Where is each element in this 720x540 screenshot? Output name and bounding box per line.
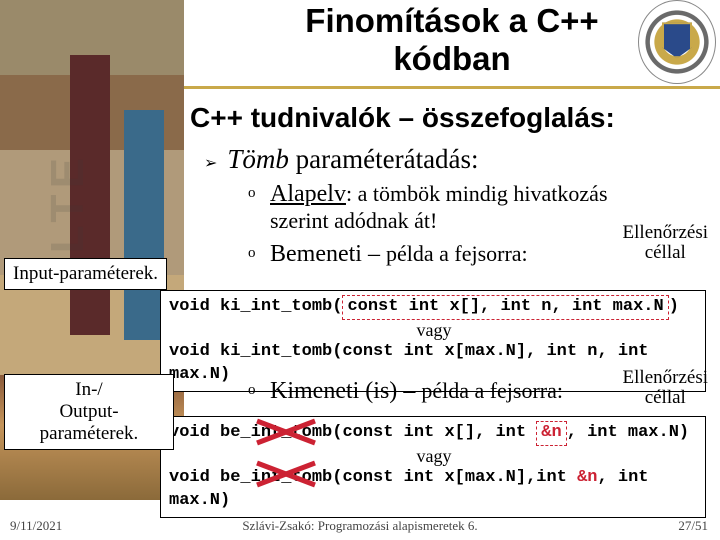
- ref-n-2: &n: [577, 468, 597, 487]
- cross-out-icon: [255, 459, 317, 489]
- circle-icon: o: [248, 185, 256, 202]
- footer-center: Szlávi-Zsakó: Programozási alapismeretek…: [0, 518, 720, 534]
- dashed-params-1: const int x[], int n, int max.N: [342, 295, 668, 320]
- code-box-2: void be_int_tomb(const int x[], int &n, …: [160, 416, 706, 518]
- circle-icon: o: [248, 245, 256, 262]
- arrow-icon: ➢: [204, 153, 217, 173]
- vagy-1: vagy: [169, 320, 699, 341]
- side-label-input: Input-paraméterek.: [4, 258, 167, 290]
- sub-bullet-3: o Kimeneti (is) – példa a fejsorra:: [248, 378, 563, 405]
- cross-out-icon: [255, 417, 317, 447]
- title-rule: [184, 86, 720, 89]
- side-label-in-output: In-/Output-paraméterek.: [4, 374, 174, 450]
- university-logo: [638, 0, 716, 84]
- ref-n-1: &n: [536, 421, 566, 446]
- const-struck-1: const: [342, 422, 393, 445]
- note-ellenorzesi-2: Ellenőrzésicéllal: [623, 368, 708, 408]
- vagy-2: vagy: [169, 446, 699, 467]
- const-struck-2: const: [342, 467, 393, 490]
- subtitle: C++ tudnivalók – összefoglalás:: [190, 102, 712, 134]
- footer-page: 27/51: [678, 518, 708, 534]
- bullet-1-em: Tömb: [227, 144, 289, 174]
- note-ellenorzesi-1: Ellenőrzésicéllal: [623, 223, 708, 263]
- sub1-underline: Alapelv: [270, 181, 346, 207]
- circle-icon: o: [248, 382, 256, 399]
- bullet-1: ➢ Tömb paraméterátadás:: [204, 144, 712, 175]
- bullet-1-text: Tömb paraméterátadás:: [227, 144, 478, 175]
